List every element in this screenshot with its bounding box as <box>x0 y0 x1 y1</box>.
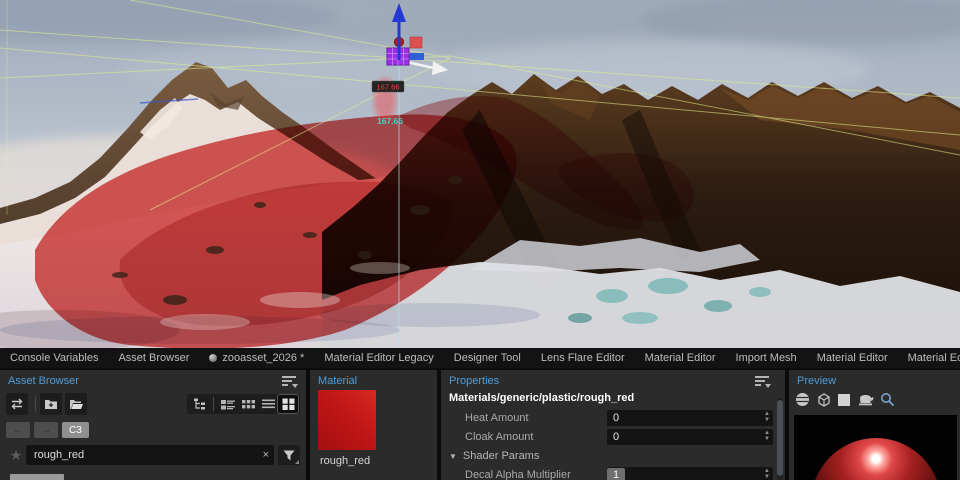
large-grid-icon <box>282 398 295 410</box>
funnel-icon <box>283 450 295 461</box>
plane-preview-icon[interactable] <box>837 393 851 407</box>
material-panel: Material rough_red <box>310 370 437 480</box>
breadcrumb[interactable]: C3 <box>62 422 89 438</box>
heat-amount-label: Heat Amount <box>465 412 529 424</box>
material-title: Material <box>318 375 357 387</box>
spinner-arrows[interactable]: ▲▼ <box>764 411 770 423</box>
folder-tree-toggle[interactable] <box>189 395 209 413</box>
decal-alpha-multiplier-label: Decal Alpha Multiplier <box>465 469 571 480</box>
tab-material-editor-legacy[interactable]: Material Editor Legacy <box>314 348 443 368</box>
asset-tile-partial[interactable] <box>10 474 64 480</box>
properties-title: Properties <box>449 375 499 387</box>
blue-handle <box>409 53 424 60</box>
folder-plus-icon <box>44 398 58 410</box>
open-folder-button[interactable] <box>65 393 87 415</box>
details-view-icon <box>221 399 235 410</box>
small-grid-icon <box>242 399 255 410</box>
list-view-icon <box>262 399 275 409</box>
properties-panel: Properties Materials/generic/plastic/rou… <box>441 370 785 480</box>
decal-alpha-multiplier-field[interactable]: 1 ▲▼ <box>607 467 773 480</box>
properties-menu-icon[interactable] <box>755 376 771 388</box>
selected-value: 1 <box>607 468 625 480</box>
asset-search-input[interactable] <box>26 449 274 461</box>
material-thumbnail[interactable] <box>318 390 376 450</box>
scene-render: 167.66 167.66 <box>0 0 960 348</box>
cube-preview-icon[interactable] <box>816 392 831 407</box>
spinner-arrows[interactable]: ▲▼ <box>764 430 770 442</box>
view-list-button[interactable] <box>258 395 278 413</box>
filter-button[interactable] <box>278 445 300 465</box>
asset-browser-title: Asset Browser <box>8 375 79 387</box>
viewport-3d[interactable]: 167.66 167.66 <box>0 0 960 348</box>
editor-window: 167.66 167.66 Console Variables Asset Br… <box>0 0 960 480</box>
view-small-thumbnails-button[interactable] <box>238 395 258 413</box>
view-details-button[interactable] <box>218 395 238 413</box>
cloak-amount-field[interactable]: 0 ▲▼ <box>607 429 773 445</box>
preview-panel: Preview <box>789 370 960 480</box>
tab-material-editor-3[interactable]: Material Editor <box>898 348 960 368</box>
asset-browser-menu-icon[interactable] <box>282 376 298 388</box>
new-folder-button[interactable] <box>40 393 62 415</box>
swap-arrows-icon <box>10 398 24 410</box>
heat-amount-field[interactable]: 0 ▲▼ <box>607 410 773 426</box>
magnifier-icon[interactable] <box>880 392 895 407</box>
asset-browser-panel: Asset Browser <box>0 370 306 480</box>
material-path: Materials/generic/plastic/rough_red <box>449 392 634 404</box>
sphere-preview-icon[interactable] <box>795 392 810 407</box>
height-label: 167.66 <box>377 116 403 126</box>
tab-lens-flare-editor[interactable]: Lens Flare Editor <box>531 348 635 368</box>
folder-open-icon <box>69 398 84 410</box>
view-large-thumbnails-button[interactable] <box>278 395 298 413</box>
collapse-caret-icon: ▼ <box>449 452 457 461</box>
preview-sphere <box>811 438 941 480</box>
tab-import-mesh[interactable]: Import Mesh <box>726 348 807 368</box>
forward-button[interactable]: → <box>34 422 58 438</box>
favorites-star-icon[interactable]: ★ <box>6 447 26 464</box>
red-handle <box>410 37 422 48</box>
folder-tree-icon <box>193 398 206 410</box>
tab-asset-browser[interactable]: Asset Browser <box>108 348 199 368</box>
preview-viewport[interactable] <box>794 415 957 480</box>
material-name: rough_red <box>320 455 370 467</box>
back-button[interactable]: ← <box>6 422 30 438</box>
spinner-arrows[interactable]: ▲▼ <box>764 468 770 480</box>
editor-tab-bar: Console Variables Asset Browser zooasset… <box>0 348 960 370</box>
distance-label: 167.66 <box>377 83 400 92</box>
tab-console-variables[interactable]: Console Variables <box>0 348 108 368</box>
asset-pin-icon <box>209 354 217 362</box>
tab-material-editor-2[interactable]: Material Editor <box>807 348 898 368</box>
tab-material-editor-1[interactable]: Material Editor <box>635 348 726 368</box>
tab-zooasset[interactable]: zooasset_2026 * <box>199 348 314 368</box>
shader-params-section[interactable]: ▼ Shader Params <box>449 448 785 464</box>
preview-title: Preview <box>797 375 836 387</box>
sync-selection-button[interactable] <box>6 393 28 415</box>
tab-designer-tool[interactable]: Designer Tool <box>444 348 531 368</box>
teapot-preview-icon[interactable] <box>857 393 874 406</box>
cloak-amount-label: Cloak Amount <box>465 431 533 443</box>
properties-scrollbar[interactable] <box>777 398 783 480</box>
clear-search-icon[interactable]: × <box>263 449 269 461</box>
